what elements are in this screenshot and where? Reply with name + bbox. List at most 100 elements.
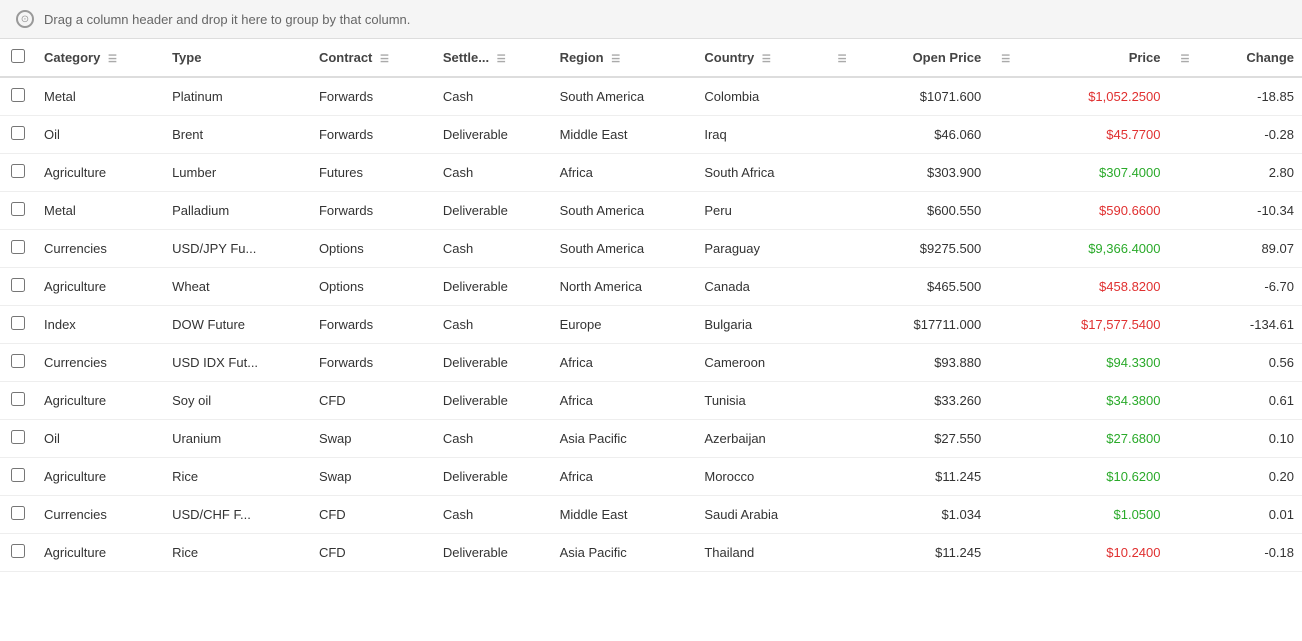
header-open-price: Open Price <box>867 39 989 77</box>
row-price: $45.7700 <box>1031 116 1169 154</box>
table-row: OilBrentForwardsDeliverableMiddle EastIr… <box>0 116 1302 154</box>
row-category: Currencies <box>36 496 164 534</box>
row-country: Iraq <box>696 116 825 154</box>
row-change: 0.20 <box>1210 458 1302 496</box>
row-open-price: $11.245 <box>867 534 989 572</box>
row-type: DOW Future <box>164 306 311 344</box>
row-checkbox[interactable] <box>11 354 25 368</box>
row-checkbox[interactable] <box>11 278 25 292</box>
row-contract: Futures <box>311 154 435 192</box>
row-settle: Deliverable <box>435 458 552 496</box>
row-col7 <box>826 382 868 420</box>
row-col9 <box>989 154 1031 192</box>
col11-filter-icon[interactable]: ☰ <box>1181 54 1190 65</box>
row-category: Currencies <box>36 344 164 382</box>
row-open-price: $46.060 <box>867 116 989 154</box>
row-country: Saudi Arabia <box>696 496 825 534</box>
row-checkbox[interactable] <box>11 88 25 102</box>
drag-drop-header: ⊙ Drag a column header and drop it here … <box>0 0 1302 39</box>
row-checkbox[interactable] <box>11 506 25 520</box>
row-open-price: $600.550 <box>867 192 989 230</box>
row-category: Agriculture <box>36 382 164 420</box>
row-checkbox[interactable] <box>11 316 25 330</box>
row-country: Azerbaijan <box>696 420 825 458</box>
row-checkbox[interactable] <box>11 126 25 140</box>
row-price: $1,052.2500 <box>1031 77 1169 116</box>
select-all-checkbox[interactable] <box>11 49 25 63</box>
row-open-price: $1071.600 <box>867 77 989 116</box>
table-row: MetalPlatinumForwardsCashSouth AmericaCo… <box>0 77 1302 116</box>
table-header-row: Category ☰ Type Contract ☰ Settle... ☰ R… <box>0 39 1302 77</box>
row-col9 <box>989 344 1031 382</box>
row-type: Wheat <box>164 268 311 306</box>
row-region: Asia Pacific <box>552 420 697 458</box>
row-col7 <box>826 458 868 496</box>
row-price: $34.3800 <box>1031 382 1169 420</box>
country-filter-icon[interactable]: ☰ <box>762 54 771 65</box>
row-region: Africa <box>552 154 697 192</box>
row-checkbox[interactable] <box>11 468 25 482</box>
row-checkbox-cell <box>0 496 36 534</box>
col7-filter-icon[interactable]: ☰ <box>838 54 847 65</box>
row-col7 <box>826 230 868 268</box>
row-checkbox[interactable] <box>11 392 25 406</box>
row-col9 <box>989 77 1031 116</box>
row-region: South America <box>552 192 697 230</box>
settle-filter-icon[interactable]: ☰ <box>497 54 506 65</box>
row-type: USD/CHF F... <box>164 496 311 534</box>
table-row: CurrenciesUSD IDX Fut...ForwardsDelivera… <box>0 344 1302 382</box>
row-type: USD IDX Fut... <box>164 344 311 382</box>
data-table: Category ☰ Type Contract ☰ Settle... ☰ R… <box>0 39 1302 572</box>
row-contract: Forwards <box>311 77 435 116</box>
contract-filter-icon[interactable]: ☰ <box>380 54 389 65</box>
table-row: AgricultureLumberFuturesCashAfricaSouth … <box>0 154 1302 192</box>
row-col11 <box>1169 77 1211 116</box>
row-region: Africa <box>552 344 697 382</box>
row-type: Palladium <box>164 192 311 230</box>
row-category: Agriculture <box>36 154 164 192</box>
row-col11 <box>1169 116 1211 154</box>
row-region: Europe <box>552 306 697 344</box>
row-open-price: $465.500 <box>867 268 989 306</box>
row-checkbox-cell <box>0 192 36 230</box>
row-col11 <box>1169 154 1211 192</box>
row-checkbox[interactable] <box>11 202 25 216</box>
row-open-price: $9275.500 <box>867 230 989 268</box>
row-settle: Cash <box>435 306 552 344</box>
row-checkbox[interactable] <box>11 240 25 254</box>
row-col9 <box>989 192 1031 230</box>
row-type: Platinum <box>164 77 311 116</box>
header-change: Change <box>1210 39 1302 77</box>
row-col9 <box>989 230 1031 268</box>
header-col11: ☰ <box>1169 39 1211 77</box>
row-checkbox-cell <box>0 420 36 458</box>
row-contract: Forwards <box>311 192 435 230</box>
row-checkbox-cell <box>0 534 36 572</box>
category-filter-icon[interactable]: ☰ <box>108 54 117 65</box>
row-contract: CFD <box>311 534 435 572</box>
table-row: AgricultureRiceSwapDeliverableAfricaMoro… <box>0 458 1302 496</box>
row-open-price: $27.550 <box>867 420 989 458</box>
row-change: -0.18 <box>1210 534 1302 572</box>
row-price: $10.6200 <box>1031 458 1169 496</box>
row-checkbox-cell <box>0 344 36 382</box>
row-category: Agriculture <box>36 268 164 306</box>
row-change: 0.01 <box>1210 496 1302 534</box>
table-row: AgricultureWheatOptionsDeliverableNorth … <box>0 268 1302 306</box>
row-col7 <box>826 496 868 534</box>
row-country: Colombia <box>696 77 825 116</box>
row-checkbox[interactable] <box>11 544 25 558</box>
row-checkbox[interactable] <box>11 430 25 444</box>
row-col9 <box>989 116 1031 154</box>
row-checkbox[interactable] <box>11 164 25 178</box>
row-country: Paraguay <box>696 230 825 268</box>
region-filter-icon[interactable]: ☰ <box>611 54 620 65</box>
row-category: Agriculture <box>36 458 164 496</box>
row-checkbox-cell <box>0 306 36 344</box>
row-category: Currencies <box>36 230 164 268</box>
row-price: $590.6600 <box>1031 192 1169 230</box>
row-country: Bulgaria <box>696 306 825 344</box>
row-price: $307.4000 <box>1031 154 1169 192</box>
row-open-price: $11.245 <box>867 458 989 496</box>
col9-filter-icon[interactable]: ☰ <box>1001 54 1010 65</box>
